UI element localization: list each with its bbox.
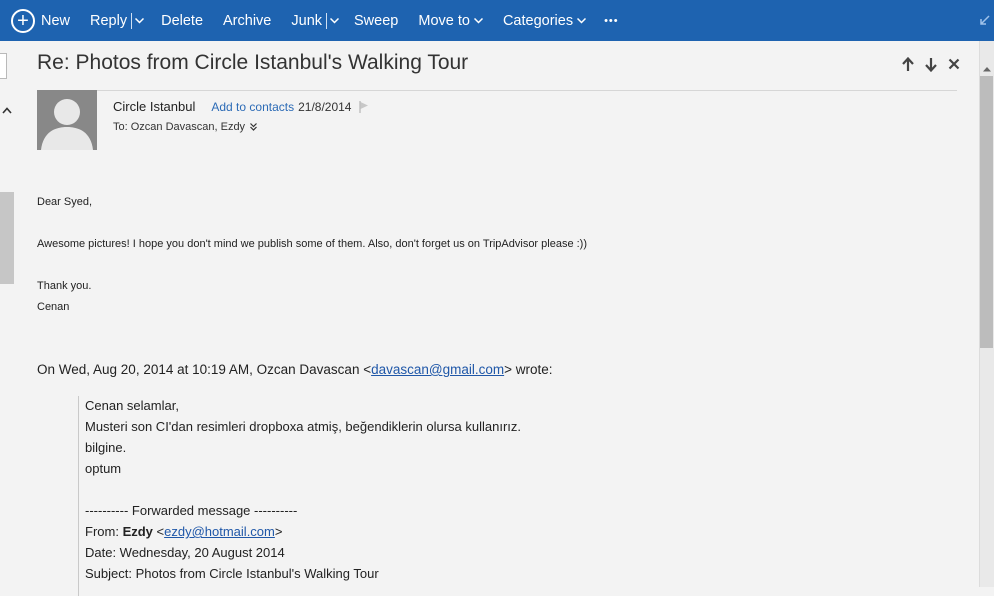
- forwarded-from: From: Ezdy <ezdy@hotmail.com>: [85, 524, 282, 539]
- archive-button[interactable]: Archive: [223, 0, 271, 41]
- from-name: Ezdy: [122, 524, 153, 539]
- close-icon[interactable]: [944, 54, 963, 74]
- attribution-text: > wrote:: [504, 362, 553, 377]
- body-greeting: Dear Syed,: [37, 196, 93, 208]
- forwarded-subject: Subject: Photos from Circle Istanbul's W…: [85, 566, 379, 581]
- reply-button[interactable]: Reply: [90, 0, 145, 41]
- more-icon[interactable]: •••: [604, 0, 619, 41]
- quote-line: Musteri son CI'dan resimleri dropboxa at…: [85, 419, 522, 434]
- new-label: New: [41, 12, 71, 29]
- command-toolbar: + New Reply Delete Archive Junk Sweep Mo…: [0, 0, 994, 41]
- categories-button[interactable]: Categories: [502, 0, 587, 41]
- new-button[interactable]: + New: [11, 0, 70, 41]
- divider: [326, 12, 328, 29]
- quote-attribution: On Wed, Aug 20, 2014 at 10:19 AM, Ozcan …: [37, 362, 553, 377]
- header-divider: [37, 90, 957, 91]
- email-link[interactable]: ezdy@hotmail.com: [164, 524, 275, 539]
- junk-label: Junk: [291, 12, 323, 29]
- chevron-up-icon[interactable]: [2, 101, 12, 119]
- chevron-down-icon: [473, 17, 483, 24]
- arrow-up-icon[interactable]: [898, 54, 917, 74]
- forwarded-date: Date: Wednesday, 20 August 2014: [85, 545, 285, 560]
- body-signature: Cenan: [37, 301, 70, 313]
- chevron-down-icon: [577, 17, 587, 24]
- message-subject: Re: Photos from Circle Istanbul's Walkin…: [37, 51, 469, 74]
- email-link[interactable]: davascan@gmail.com: [371, 362, 504, 377]
- delete-button[interactable]: Delete: [161, 0, 203, 41]
- quote-line: Cenan selamlar,: [85, 398, 179, 413]
- quote-bar: [78, 396, 79, 596]
- divider: [131, 12, 133, 29]
- message-nav: [898, 54, 963, 74]
- flag-icon[interactable]: [359, 100, 369, 113]
- folder-pane-edge: [0, 41, 15, 587]
- add-to-contacts-link[interactable]: Add to contacts: [211, 100, 294, 114]
- reply-label: Reply: [90, 12, 128, 29]
- scroll-up-icon[interactable]: [982, 59, 992, 77]
- recipients: To: Ozcan Davascan, Ezdy: [113, 121, 246, 133]
- message-date: 21/8/2014: [298, 99, 352, 114]
- scrollbar-thumb[interactable]: [980, 76, 993, 348]
- from-bracket: >: [274, 524, 283, 539]
- forwarded-header: ---------- Forwarded message ----------: [85, 503, 298, 518]
- person-icon: [41, 99, 93, 150]
- sender-name[interactable]: Circle Istanbul: [113, 99, 195, 114]
- quote-line: optum: [85, 461, 122, 476]
- chevron-down-icon[interactable]: [135, 17, 145, 24]
- double-chevron-down-icon[interactable]: [250, 123, 257, 131]
- move-to-button[interactable]: Move to: [418, 0, 483, 41]
- body-thanks: Thank you.: [37, 280, 92, 292]
- from-label: From:: [85, 524, 123, 539]
- quote-line: bilgine.: [85, 440, 127, 455]
- from-bracket: <: [152, 524, 165, 539]
- sweep-label: Sweep: [354, 12, 399, 29]
- chevron-down-icon[interactable]: [330, 17, 340, 24]
- archive-label: Archive: [223, 12, 272, 29]
- sweep-button[interactable]: Sweep: [354, 0, 398, 41]
- move-to-label: Move to: [418, 12, 470, 29]
- sender-line: Circle Istanbul Add to contacts 21/8/201…: [113, 99, 369, 114]
- plus-circle-icon: +: [11, 8, 35, 33]
- more-label: •••: [604, 14, 619, 27]
- attribution-text: On Wed, Aug 20, 2014 at 10:19 AM, Ozcan …: [37, 362, 372, 377]
- delete-label: Delete: [161, 12, 204, 29]
- collapse-icon[interactable]: [980, 12, 990, 30]
- arrow-down-icon[interactable]: [921, 54, 940, 74]
- body-line: Awesome pictures! I hope you don't mind …: [37, 238, 588, 250]
- search-box-edge[interactable]: [0, 53, 7, 79]
- junk-button[interactable]: Junk: [291, 0, 340, 41]
- left-scrollbar-thumb[interactable]: [0, 192, 14, 284]
- avatar[interactable]: [37, 90, 97, 150]
- categories-label: Categories: [502, 12, 574, 29]
- recipients-line: To: Ozcan Davascan, Ezdy: [113, 121, 257, 133]
